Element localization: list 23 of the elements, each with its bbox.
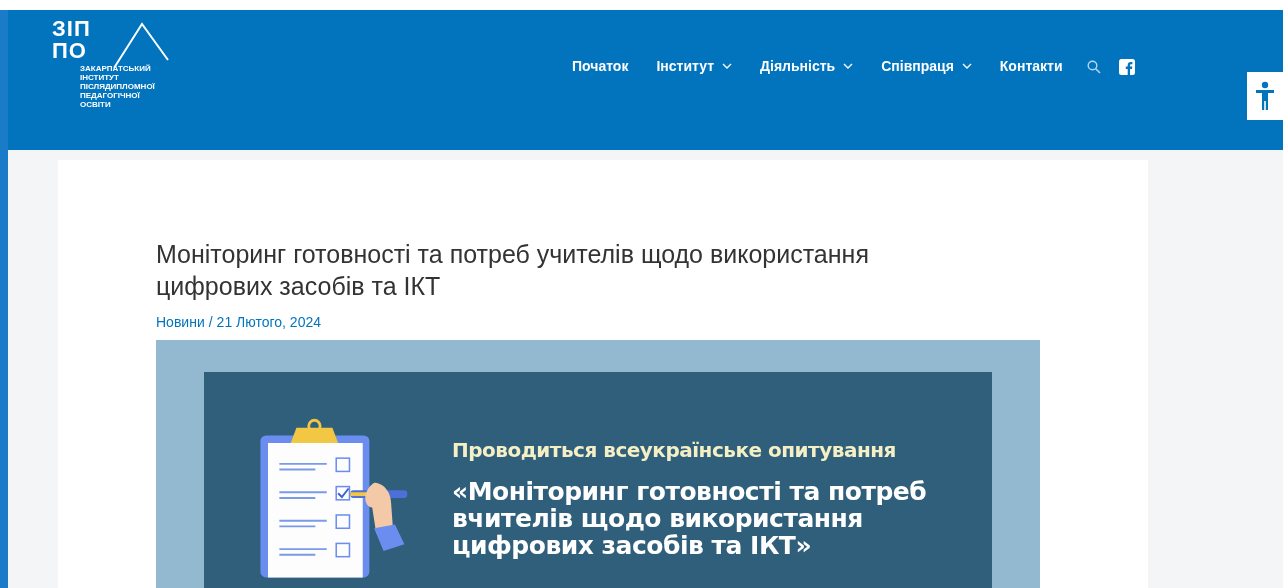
nav-link[interactable]: Початок: [572, 58, 629, 74]
accessibility-icon: [1255, 81, 1275, 111]
logo-caption: ПЕДАГОГІЧНОЇ: [80, 91, 141, 100]
banner-subtitle: Проводиться всеукраїнське опитування: [452, 438, 897, 462]
post-title: Моніторинг готовності та потреб учителів щодо використання цифрових засобів та ІКТ: [156, 239, 870, 302]
accessibility-button[interactable]: [1247, 72, 1283, 120]
logo-caption: ЗАКАРПАТСЬКИЙ: [80, 64, 152, 73]
search-icon[interactable]: [1086, 60, 1101, 74]
nav-link[interactable]: Контакти: [999, 58, 1063, 74]
logo-caption: ІНСТИТУТ: [80, 73, 120, 82]
category-link[interactable]: Новини: [156, 314, 205, 330]
meta-separator: /: [208, 314, 213, 330]
banner-headline: «Моніторинг готовності та потреб вчителів щодо використання цифрових засобів та ІКТ»: [452, 478, 928, 559]
post-date: 21 Лютого, 2024: [216, 314, 321, 330]
logo-caption: ПІСЛЯДИПЛОМНОЇ: [80, 82, 156, 91]
logo-text: ПО: [52, 40, 88, 62]
site-logo[interactable]: ЗІП ПО ЗАКАРПАТСЬКИЙ ІНСТИТУТ ПІСЛЯДИПЛОМНОЇ ПЕДАГОГІЧНОЇ ОСВІТИ: [52, 18, 192, 109]
logo-caption: ОСВІТИ: [80, 100, 112, 109]
logo-text: ЗІП: [52, 18, 92, 40]
nav-link[interactable]: Співпраця: [881, 58, 972, 74]
facebook-icon[interactable]: [1118, 59, 1135, 75]
nav-link[interactable]: Інститут: [656, 58, 733, 74]
nav-link[interactable]: Діяльність: [760, 58, 854, 74]
